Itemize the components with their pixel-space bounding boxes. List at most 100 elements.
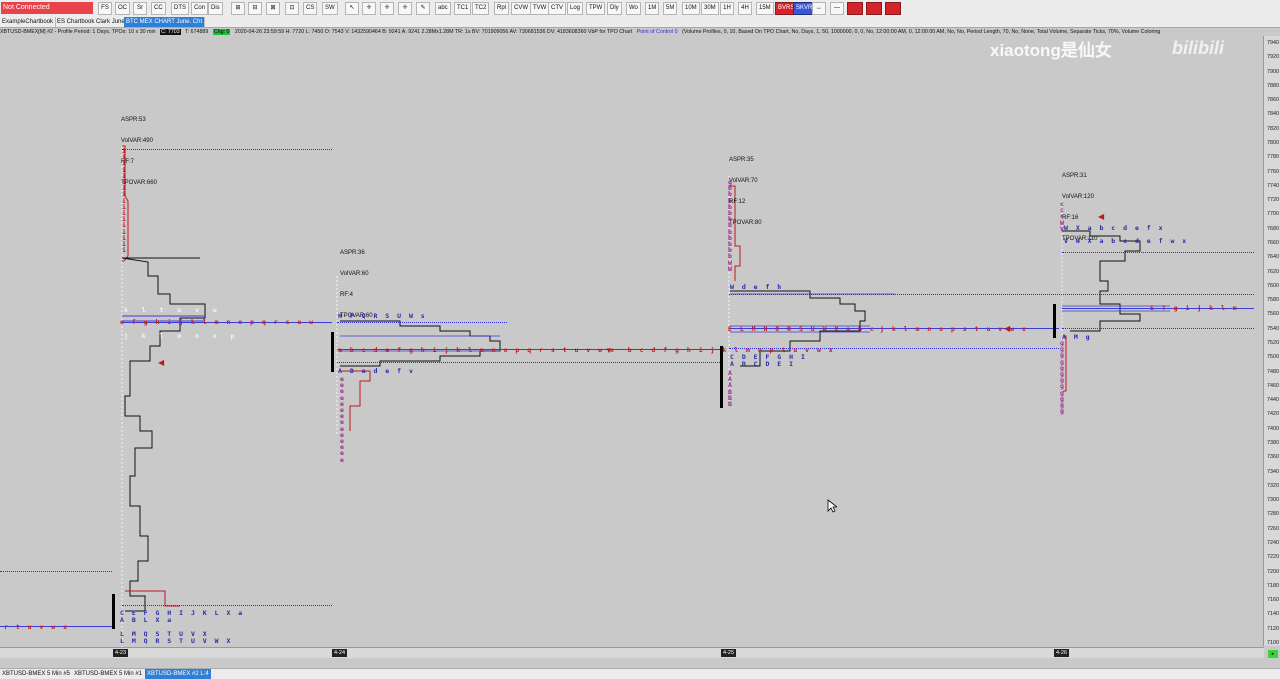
toolbar-button[interactable]: 1M bbox=[645, 2, 660, 15]
toolbar-button[interactable]: CVW bbox=[511, 2, 531, 15]
volvar-label: VolVAR:60 bbox=[340, 271, 369, 277]
toolbar-button[interactable]: ⊡ bbox=[285, 2, 299, 15]
toolbar-button[interactable]: Con bbox=[191, 2, 209, 15]
date-label: 4-24 bbox=[332, 649, 348, 657]
toolbar-button[interactable]: Dis bbox=[208, 2, 223, 15]
toolbar-button[interactable] bbox=[885, 2, 901, 15]
toolbar-button[interactable]: ↔ bbox=[812, 2, 826, 15]
toolbar-button[interactable]: TVW bbox=[530, 2, 550, 15]
bar-stats: 2020-04-26 23:59:59 H: 7720 L: 7450 O: 7… bbox=[234, 29, 633, 35]
tpo-row: L M Q R S T U V W X bbox=[120, 637, 233, 645]
price-tick-label: 7940 bbox=[1267, 40, 1279, 46]
toolbar-button[interactable] bbox=[847, 2, 863, 15]
toolbar-button[interactable]: TC2 bbox=[472, 2, 490, 15]
tpo-tail: eeeeeeeeeeeeee bbox=[340, 375, 344, 464]
toolbar-button[interactable]: OC bbox=[115, 2, 130, 15]
toolbar-button[interactable]: Log bbox=[567, 2, 584, 15]
tab-btc-mex-chart[interactable]: BTC MEX CHART June. Cht bbox=[124, 17, 206, 27]
tpo-row: r t u v w x bbox=[4, 623, 70, 631]
price-axis[interactable]: 7940 7920 7900 7880 7860 7840 7820 7800 7780 7760… bbox=[1263, 36, 1280, 646]
date-axis[interactable]: 4-23 4-24 4-25 4-26 bbox=[0, 647, 1264, 658]
toolbar-button[interactable]: 4H bbox=[738, 2, 752, 15]
price-tick-label: 7840 bbox=[1267, 111, 1279, 118]
chartbook-tabs: ExampleChartbook ES Chartbook Clark June… bbox=[0, 17, 1280, 28]
tpo-tail: gggggggggggg bbox=[1060, 339, 1064, 416]
toolbar-button[interactable]: Rpl bbox=[494, 2, 510, 15]
chart-tabs-bar: XBTUSD-BMEX 5 Min #5 XBTUSD-BMEX 5 Min #… bbox=[0, 668, 1280, 679]
value-area-line bbox=[729, 294, 1254, 295]
toolbar-button[interactable]: FS bbox=[98, 2, 112, 15]
price-tick-label: 7140 bbox=[1267, 611, 1279, 618]
price-tick-label: 7520 bbox=[1267, 340, 1279, 346]
mouse-cursor-icon bbox=[827, 499, 839, 515]
bilibili-logo: bilibili bbox=[1172, 38, 1224, 58]
volume-profile-study: (Volume Profiles, 0, 10, Based On TPO Ch… bbox=[682, 29, 1161, 35]
toolbar-button[interactable]: ⊠ bbox=[266, 2, 280, 15]
tpo-row: j k l m n o p bbox=[124, 332, 237, 340]
tab-example-chartbook[interactable]: ExampleChartbook bbox=[0, 17, 57, 27]
price-arrow-icon: ◀ bbox=[158, 358, 165, 367]
toolbar-button[interactable]: 5M bbox=[663, 2, 678, 15]
toolbar-button[interactable]: CC bbox=[151, 2, 166, 15]
toolbar-button[interactable]: Sr bbox=[133, 2, 147, 15]
toolbar-button[interactable]: SW bbox=[322, 2, 338, 15]
rf-label: RF:16 bbox=[1062, 215, 1079, 221]
aspr-label: ASPR:36 bbox=[340, 250, 365, 256]
aspr-label: ASPR:53 bbox=[121, 117, 146, 123]
toolbar-button[interactable]: ⊟ bbox=[248, 2, 262, 15]
chart-area[interactable]: ASPR:53 VolVAR:490 RF:7 TPOVAR:660 ASPR:… bbox=[0, 36, 1264, 647]
tab-es-chartbook[interactable]: ES Chartbook Clark June bbox=[55, 17, 128, 27]
toolbar-button[interactable]: CS bbox=[303, 2, 318, 15]
toolbar-button[interactable]: 15M bbox=[756, 2, 774, 15]
scroll-end-indicator[interactable]: ▸ bbox=[1268, 650, 1278, 658]
ticks-value: T: 674889 bbox=[185, 29, 209, 35]
price-tick-label: 7100 bbox=[1267, 640, 1279, 646]
price-tick-label: 7400 bbox=[1267, 425, 1279, 432]
toolbar-button[interactable]: ✎ bbox=[416, 2, 430, 15]
price-tick-label: 7760 bbox=[1267, 168, 1279, 175]
price-tick-label: 7120 bbox=[1267, 625, 1279, 632]
price-tick-label: 7320 bbox=[1267, 482, 1279, 489]
toolbar-button[interactable]: 10M bbox=[682, 2, 700, 15]
initial-balance-bar bbox=[720, 346, 723, 408]
toolbar-button[interactable]: 1H bbox=[720, 2, 734, 15]
price-tick-label: 7200 bbox=[1267, 568, 1279, 575]
value-area-line bbox=[0, 571, 112, 572]
tpo-row: A B C D E I bbox=[730, 360, 796, 368]
tpo-row: W d e f h bbox=[730, 283, 784, 291]
price-tick-label: 7180 bbox=[1267, 582, 1279, 589]
price-tick-label: 7700 bbox=[1267, 211, 1279, 218]
toolbar-button[interactable]: DTS bbox=[171, 2, 189, 15]
toolbar-button[interactable]: ↖ bbox=[345, 2, 359, 15]
price-tick-label: 7300 bbox=[1267, 497, 1279, 504]
tpo-row: A M g bbox=[1062, 333, 1092, 341]
price-tick-label: 7240 bbox=[1267, 540, 1279, 546]
toolbar-button[interactable]: ✛ bbox=[362, 2, 376, 15]
toolbar-button[interactable]: TC1 bbox=[454, 2, 472, 15]
price-tick-label: 7920 bbox=[1267, 54, 1279, 61]
toolbar-button[interactable]: abc bbox=[435, 2, 451, 15]
price-tick-label: 7160 bbox=[1267, 597, 1279, 604]
toolbar-button[interactable]: CTV bbox=[548, 2, 566, 15]
price-tick-label: 7900 bbox=[1267, 68, 1279, 75]
toolbar-button[interactable]: ⊞ bbox=[231, 2, 245, 15]
toolbar-button[interactable]: Wo bbox=[626, 2, 641, 15]
toolbar-button[interactable]: Dly bbox=[607, 2, 622, 15]
price-tick-label: 7660 bbox=[1267, 240, 1279, 246]
value-area-line bbox=[122, 605, 332, 606]
toolbar-button[interactable]: 30M bbox=[701, 2, 719, 15]
price-tick-label: 7580 bbox=[1267, 297, 1279, 304]
toolbar-button[interactable]: ✛ bbox=[380, 2, 394, 15]
volvar-label: VolVAR:490 bbox=[121, 138, 153, 144]
tpo-row: A D a d e f v bbox=[338, 367, 415, 375]
price-tick-label: 7440 bbox=[1267, 397, 1279, 404]
toolbar-button[interactable]: — bbox=[830, 2, 844, 15]
price-tick-label: 7720 bbox=[1267, 197, 1279, 204]
aspr-label: ASPR:35 bbox=[729, 157, 754, 163]
toolbar-button[interactable]: ✛ bbox=[398, 2, 412, 15]
toolbar-button[interactable] bbox=[866, 2, 882, 15]
connection-status[interactable]: Not Connected bbox=[1, 2, 93, 14]
watermark-text: xiaotong是仙女 bbox=[990, 41, 1112, 60]
price-tick-label: 7740 bbox=[1267, 182, 1279, 189]
toolbar-button[interactable]: TPW bbox=[586, 2, 606, 15]
